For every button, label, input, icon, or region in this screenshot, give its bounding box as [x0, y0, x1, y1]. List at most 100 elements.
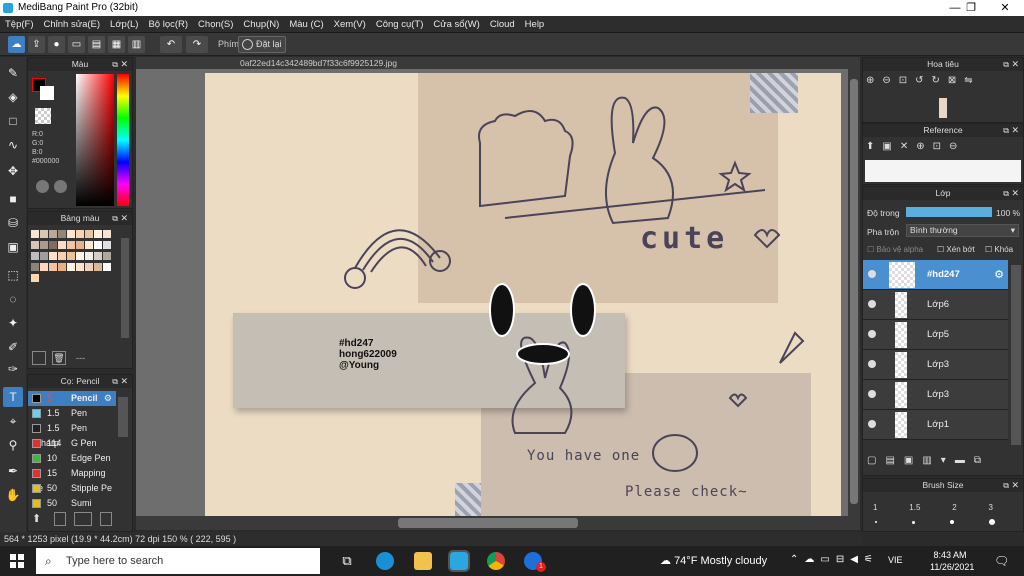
system-tray-icons[interactable]: ⌃☁▭⊟◀⚟ [790, 554, 879, 565]
palette-swatch[interactable] [85, 241, 93, 249]
close-icon[interactable]: ✕ [1011, 124, 1019, 137]
size-preset[interactable]: 2 [952, 503, 956, 512]
reset-button[interactable]: Đặt lại [238, 36, 286, 53]
upload-icon[interactable]: ⇪ [28, 36, 45, 53]
eye-icon[interactable] [868, 420, 876, 428]
redo-icon[interactable]: ↷ [186, 36, 208, 53]
pen-tool-icon[interactable]: ✒ [3, 461, 23, 481]
blend-select[interactable]: Bình thường ▾ [906, 224, 1019, 237]
palette-swatch[interactable] [31, 263, 39, 271]
brush-menu-icon[interactable] [74, 512, 92, 526]
transparent-swatch[interactable] [35, 108, 51, 124]
palette-swatch[interactable] [76, 241, 84, 249]
new-brush-icon[interactable] [54, 512, 66, 526]
palette-swatch[interactable] [103, 252, 111, 260]
brush-item[interactable]: 50 Stipple Pe [28, 481, 116, 496]
maximize-icon[interactable]: ⧉ [1003, 58, 1009, 71]
navigator-controls[interactable]: ⊕⊖⊡↺↻⊠⇋ [866, 75, 981, 86]
palette-swatch[interactable] [67, 252, 75, 260]
rect-tool-icon[interactable]: □ [3, 111, 23, 131]
palette-swatch[interactable] [94, 241, 102, 249]
palette-swatch[interactable] [67, 241, 75, 249]
operation-tool-icon[interactable]: ⌖ [3, 411, 23, 431]
brush-item[interactable]: 1.5 Pen (Sharp [28, 421, 116, 448]
eyedropper-icon[interactable]: ⚲ [3, 435, 23, 455]
weather-widget[interactable]: ☁ 74°F Mostly cloudy [660, 554, 767, 567]
dot-tool-icon[interactable]: ∿ [3, 135, 23, 155]
palette-swatch[interactable] [40, 263, 48, 271]
palette-swatch[interactable] [58, 241, 66, 249]
palette-scrollbar[interactable] [121, 238, 129, 338]
palette-swatch[interactable] [85, 230, 93, 238]
opacity-slider[interactable] [906, 207, 992, 217]
palette-swatch[interactable] [31, 252, 39, 260]
palette-swatch[interactable] [76, 230, 84, 238]
palette-swatch[interactable] [58, 230, 66, 238]
close-icon[interactable]: ✕ [1011, 187, 1019, 200]
brush-tool-icon[interactable]: ✎ [3, 63, 23, 83]
hand-tool-icon[interactable]: ✋ [3, 485, 23, 505]
palette-swatch[interactable] [94, 263, 102, 271]
file-explorer-icon[interactable] [414, 552, 432, 570]
grid-icon[interactable]: ▦ [108, 36, 125, 53]
palette-wheel-icon[interactable] [36, 180, 49, 193]
layer-scrollbar[interactable] [1011, 265, 1021, 445]
protect-alpha-checkbox[interactable]: ☐ Bảo vệ alpha [867, 245, 923, 254]
palette-swatch[interactable] [76, 263, 84, 271]
clock[interactable]: 8:43 AM 11/26/2021 [930, 549, 974, 573]
palette-swatch[interactable] [40, 241, 48, 249]
layer-row[interactable]: Lớp5 [863, 320, 1008, 350]
menu-snap[interactable]: Chụp(N) [238, 16, 284, 33]
brush-item[interactable]: 114 G Pen [28, 436, 116, 451]
comment-icon[interactable]: ▭ [68, 36, 85, 53]
palette-swatch[interactable] [85, 263, 93, 271]
input-language[interactable]: VIE [888, 555, 903, 565]
palette-swatch[interactable] [94, 230, 102, 238]
close-button[interactable]: ✕ [990, 0, 1020, 16]
palette-swatch[interactable] [49, 230, 57, 238]
brush-cloud-icon[interactable]: ⬆ [32, 512, 46, 526]
palette-swatch[interactable] [49, 263, 57, 271]
brush-settings-icon[interactable] [100, 512, 112, 526]
panel-icon[interactable]: ▥ [128, 36, 145, 53]
edge-icon[interactable] [376, 552, 394, 570]
gear-icon[interactable]: ⚙ [994, 268, 1004, 281]
close-icon[interactable]: ✕ [120, 212, 128, 225]
menu-view[interactable]: Xem(V) [329, 16, 371, 33]
select-pen-icon[interactable]: ✐ [3, 337, 23, 357]
hue-slider[interactable] [117, 74, 129, 206]
select-tool-icon[interactable]: ⬚ [3, 265, 23, 285]
fill-rect-tool-icon[interactable]: ■ [3, 189, 23, 209]
size-preset[interactable]: 1 [873, 503, 877, 512]
saturation-field[interactable] [76, 74, 114, 206]
maximize-icon[interactable]: ⧉ [1003, 479, 1009, 492]
close-icon[interactable]: ✕ [120, 58, 128, 71]
layer-row[interactable]: Lớp1 [863, 410, 1008, 440]
select-eraser-icon[interactable]: ✑ [3, 359, 23, 379]
menu-file[interactable]: Tệp(F) [0, 16, 39, 33]
close-icon[interactable]: ✕ [1011, 479, 1019, 492]
text-tool-icon[interactable]: T [3, 387, 23, 407]
maximize-icon[interactable]: ⧉ [112, 375, 118, 388]
vertical-scroll-thumb[interactable] [850, 79, 858, 504]
vertical-scrollbar[interactable] [848, 69, 860, 516]
menu-filter[interactable]: Bộ lọc(R) [143, 16, 193, 33]
brush-item[interactable]: 50 Sumi [28, 496, 116, 511]
menu-layer[interactable]: Lớp(L) [105, 16, 143, 33]
eye-icon[interactable] [868, 300, 876, 308]
maximize-icon[interactable]: ⧉ [1003, 187, 1009, 200]
lock-checkbox[interactable]: ☐ Khóa [985, 245, 1013, 254]
chat-icon[interactable]: ● [48, 36, 65, 53]
palette-swatch[interactable] [31, 274, 39, 282]
move-tool-icon[interactable]: ✥ [3, 161, 23, 181]
palette-swatch[interactable] [94, 252, 102, 260]
eye-icon[interactable] [868, 390, 876, 398]
brush-size-presets[interactable]: 1 1.5 2 3 [873, 503, 993, 512]
bucket-tool-icon[interactable]: ⛁ [3, 213, 23, 233]
eraser-tool-icon[interactable]: ◈ [3, 87, 23, 107]
page-icon[interactable]: ▤ [88, 36, 105, 53]
lasso-tool-icon[interactable]: ◌ [3, 289, 23, 309]
canvas-document[interactable]: cute #hd247 hong622009 @Young You have o… [205, 73, 841, 516]
maximize-button[interactable]: ❐ [956, 0, 986, 16]
palette-swatch[interactable] [85, 252, 93, 260]
